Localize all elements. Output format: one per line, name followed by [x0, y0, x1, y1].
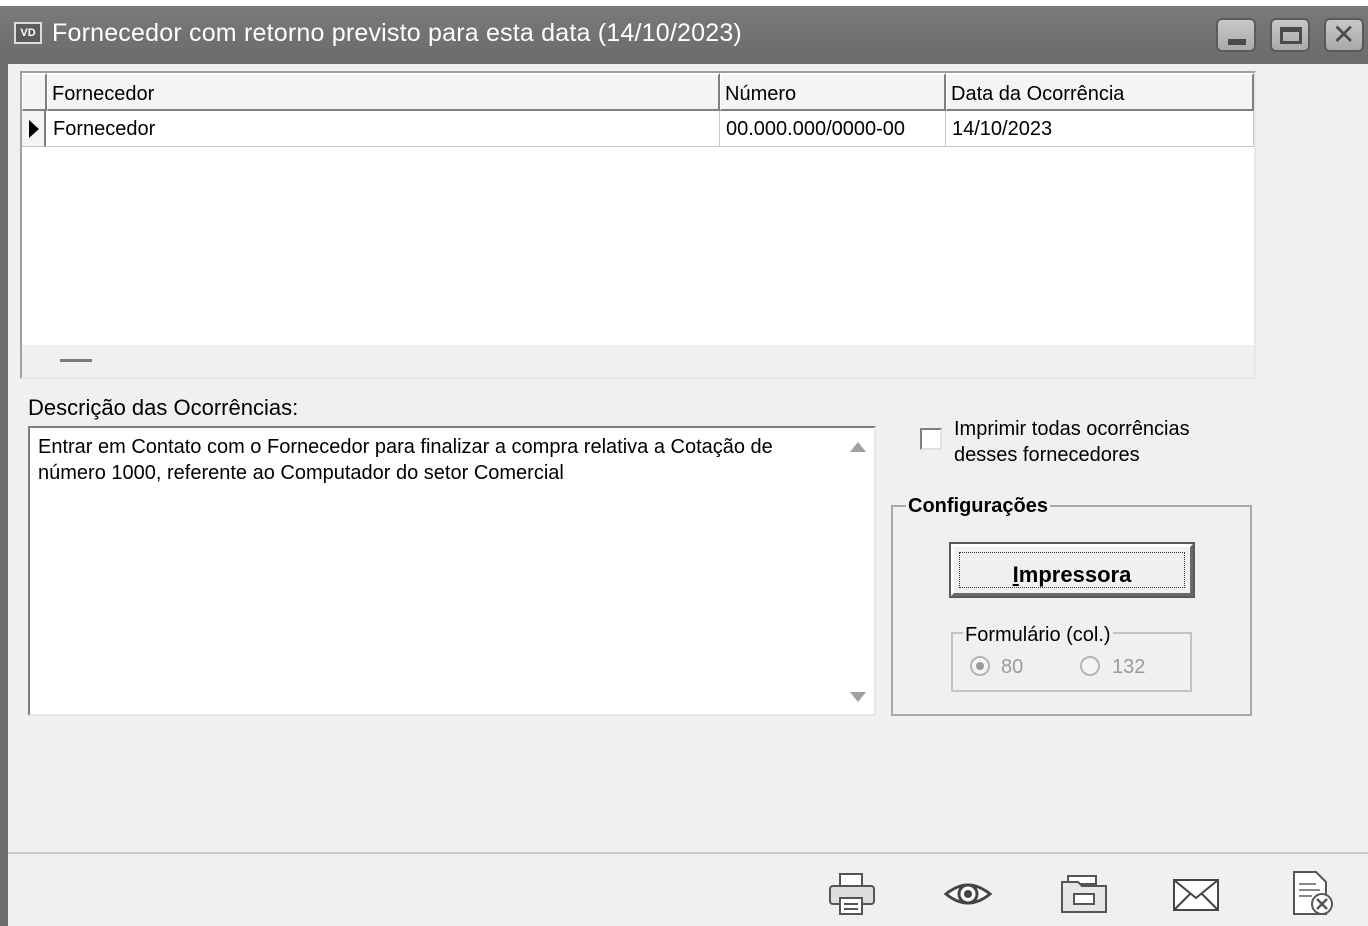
- close-button[interactable]: ✕: [1324, 18, 1364, 52]
- app-icon[interactable]: VD: [14, 22, 42, 44]
- printer-icon[interactable]: [826, 870, 878, 918]
- memo-scrollbar[interactable]: [842, 428, 874, 714]
- grid-footer: [22, 345, 1254, 377]
- current-row-indicator[interactable]: [22, 111, 46, 147]
- email-icon[interactable]: [1170, 870, 1222, 918]
- print-all-label[interactable]: Imprimir todas ocorrências desses fornec…: [954, 416, 1234, 468]
- minimize-button[interactable]: [1216, 18, 1256, 52]
- config-group-title: Configurações: [906, 495, 1051, 518]
- grid-header: Fornecedor Número Data da Ocorrência: [22, 73, 1254, 111]
- close-icon: ✕: [1332, 19, 1356, 50]
- scroll-up-icon[interactable]: [850, 442, 866, 452]
- radio-132[interactable]: [1080, 656, 1100, 676]
- radio-80-label: 80: [1001, 656, 1024, 678]
- radio-132-label: 132: [1112, 656, 1146, 678]
- grid-header-indicator: [22, 73, 47, 111]
- preview-eye-icon[interactable]: [942, 870, 994, 918]
- print-all-checkbox[interactable]: [920, 428, 942, 450]
- suppliers-grid[interactable]: Fornecedor Número Data da Ocorrência For…: [20, 71, 1256, 379]
- title-bar[interactable]: VD Fornecedor com retorno previsto para …: [0, 0, 1368, 64]
- scroll-down-icon[interactable]: [850, 692, 866, 702]
- description-text[interactable]: Entrar em Contato com o Fornecedor para …: [38, 434, 838, 486]
- column-header-data[interactable]: Data da Ocorrência: [946, 73, 1254, 111]
- close-document-icon[interactable]: [1286, 870, 1338, 918]
- table-cell-numero[interactable]: 00.000.000/0000-00: [720, 111, 946, 147]
- table-cell-fornecedor[interactable]: Fornecedor: [47, 111, 720, 147]
- maximize-icon: [1280, 27, 1302, 44]
- maximize-button[interactable]: [1270, 18, 1310, 52]
- form-columns-title: Formulário (col.): [963, 624, 1113, 647]
- table-cell-data[interactable]: 14/10/2023: [946, 111, 1254, 147]
- window-title: Fornecedor com retorno previsto para est…: [52, 19, 742, 47]
- export-folder-icon[interactable]: [1058, 870, 1110, 918]
- bottom-toolbar: [8, 852, 1368, 926]
- description-memo[interactable]: Entrar em Contato com o Fornecedor para …: [28, 426, 876, 716]
- description-label: Descrição das Ocorrências:: [28, 395, 299, 420]
- printer-button-label: mpressora: [1018, 562, 1132, 587]
- minimize-icon: [1228, 39, 1246, 45]
- column-header-numero[interactable]: Número: [720, 73, 946, 111]
- column-header-fornecedor[interactable]: Fornecedor: [47, 73, 720, 111]
- printer-button[interactable]: Impressora: [949, 542, 1195, 598]
- radio-80[interactable]: [970, 656, 990, 676]
- dash-icon: [60, 359, 92, 362]
